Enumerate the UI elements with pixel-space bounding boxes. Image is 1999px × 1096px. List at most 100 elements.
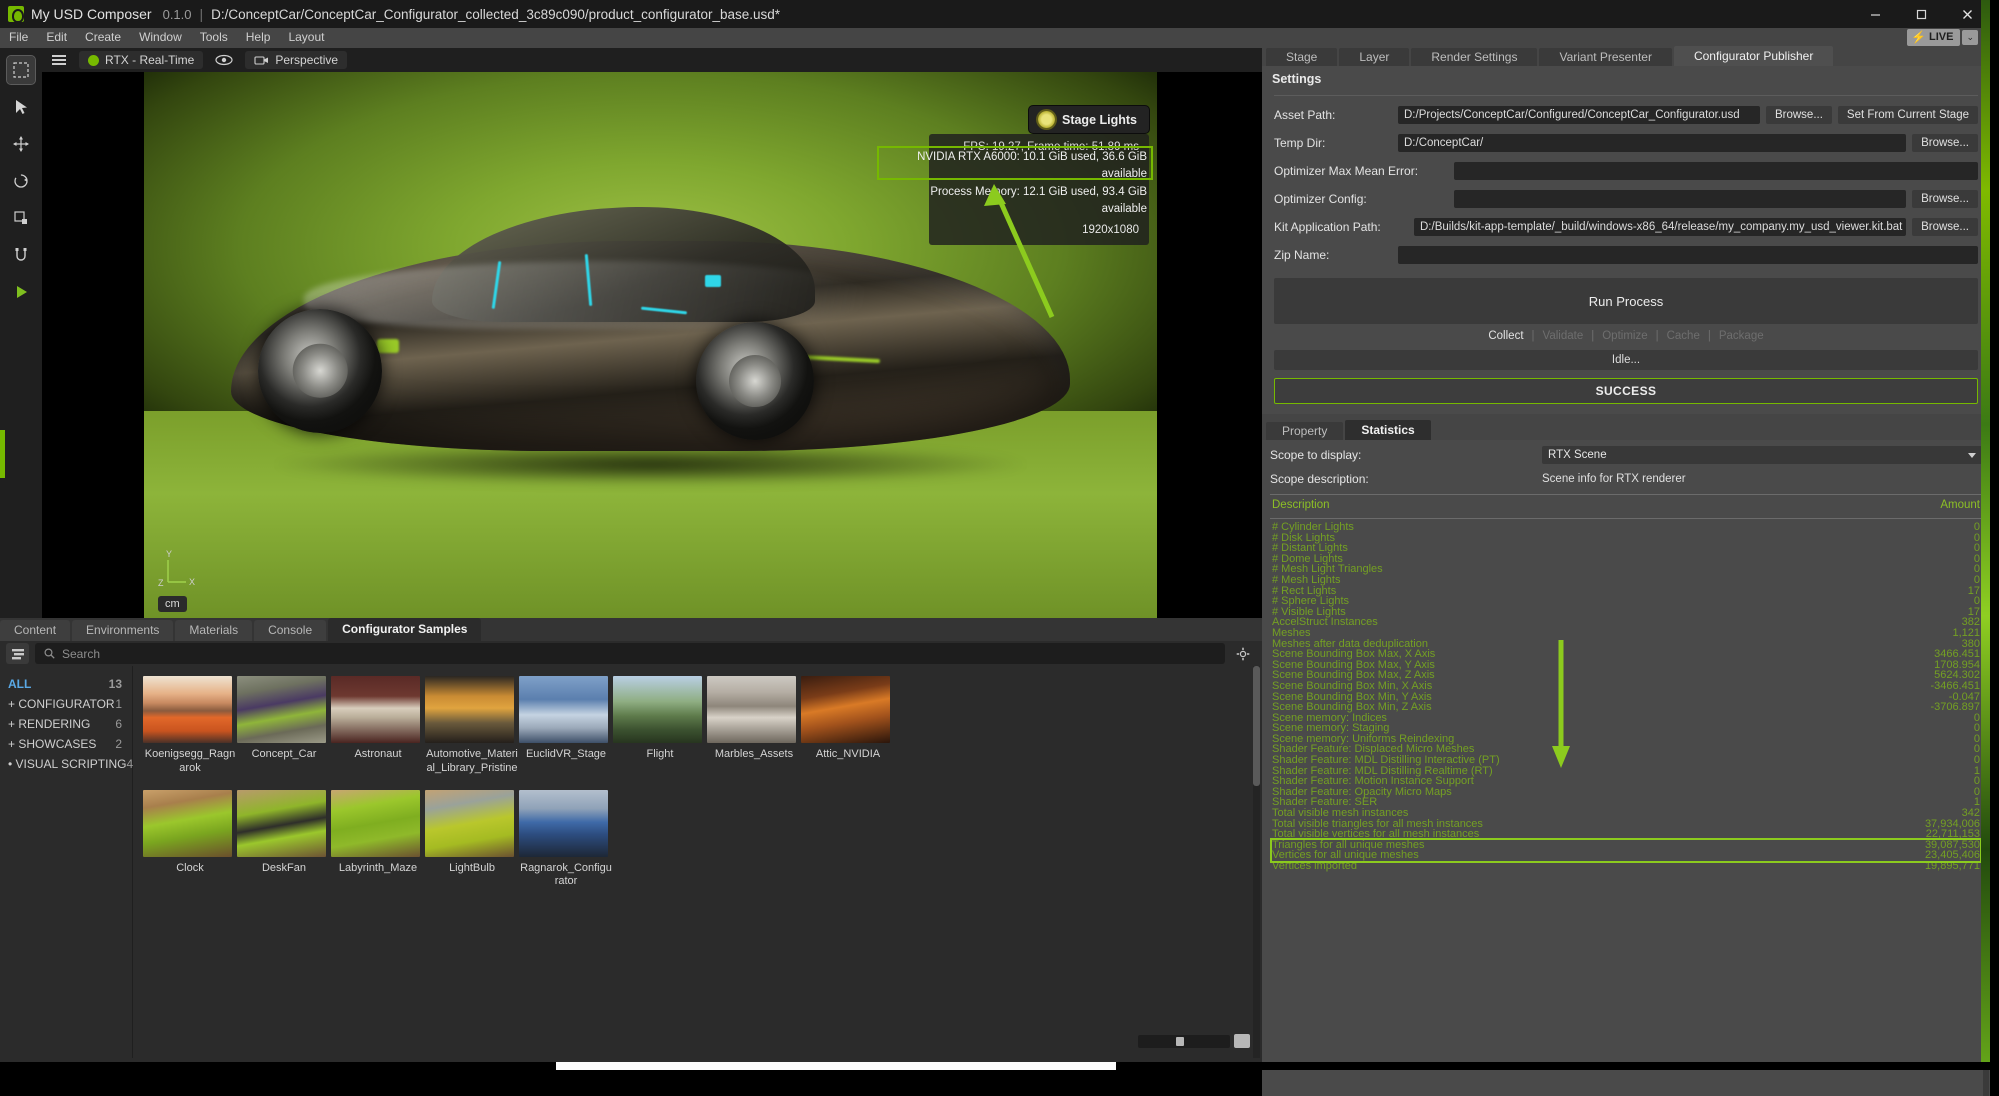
tab-layer[interactable]: Layer [1339,48,1410,66]
menu-window[interactable]: Window [130,28,191,46]
asset-thumbnail[interactable] [613,676,702,743]
menu-create[interactable]: Create [76,28,130,46]
thumbnail-zoom-controls[interactable] [1138,1034,1250,1048]
asset-path-browse-button[interactable]: Browse... [1765,106,1832,124]
tab-render-settings[interactable]: Render Settings [1411,48,1538,66]
step-validate[interactable]: Validate [1543,330,1584,342]
select-tool-icon[interactable] [6,55,36,85]
asset-card[interactable]: Attic_NVIDIA [801,676,895,776]
rotate-tool-icon[interactable] [7,167,35,195]
asset-thumbnail[interactable] [519,789,608,857]
temp-dir-input[interactable]: D:/ConceptCar/ [1398,134,1907,152]
kit-application-path-browse-button[interactable]: Browse... [1912,218,1978,236]
asset-card[interactable]: Koenigsegg_Ragnarok [143,676,237,776]
scrollbar-thumb[interactable] [1253,666,1260,786]
scope-select[interactable]: RTX Scene [1542,446,1982,464]
asset-thumbnail[interactable] [707,676,796,743]
step-cache[interactable]: Cache [1667,330,1700,342]
front-wheel [258,308,383,433]
menu-tools[interactable]: Tools [191,28,237,46]
gear-icon[interactable] [1231,643,1254,664]
asset-card[interactable]: DeskFan [237,789,331,890]
kit-application-path-input[interactable]: D:/Builds/kit-app-template/_build/window… [1414,218,1907,236]
eye-visibility-icon[interactable] [206,48,242,72]
asset-card[interactable]: Flight [613,676,707,776]
step-package[interactable]: Package [1719,330,1764,342]
asset-card[interactable]: Marbles_Assets [707,676,801,776]
run-process-button[interactable]: Run Process [1274,278,1978,324]
snap-tool-icon[interactable] [7,241,35,269]
viewport[interactable]: Stage Lights FPS: 19.27, Frame time: 51.… [42,48,1262,618]
asset-thumbnail[interactable] [143,789,232,857]
asset-card[interactable]: EuclidVR_Stage [519,676,613,776]
step-optimize[interactable]: Optimize [1602,330,1647,342]
menu-file[interactable]: File [0,28,37,46]
renderer-mode-selector[interactable]: RTX - Real-Time [79,51,204,69]
asset-thumbnail[interactable] [519,676,608,743]
asset-thumbnail[interactable] [237,789,326,857]
set-from-current-stage-button[interactable]: Set From Current Stage [1837,106,1978,124]
asset-thumbnail[interactable] [425,676,514,743]
tab-console[interactable]: Console [254,620,327,641]
asset-card[interactable]: Concept_Car [237,676,331,776]
category-all[interactable]: ALL 13 [0,674,132,694]
asset-card[interactable]: Ragnarok_Configurator [519,789,613,890]
tab-property[interactable]: Property [1266,422,1344,440]
filter-icon[interactable] [6,643,29,664]
asset-thumbnail[interactable] [143,676,232,743]
asset-thumbnail[interactable] [801,676,890,743]
menu-help[interactable]: Help [237,28,280,46]
tab-environments[interactable]: Environments [72,620,174,641]
asset-path-input[interactable]: D:/Projects/ConceptCar/Configured/Concep… [1398,106,1760,124]
viewport-menu-icon[interactable] [42,48,76,72]
asset-thumbnail[interactable] [331,789,420,857]
live-badge[interactable]: ⚡ LIVE [1907,28,1961,46]
category-rendering[interactable]: + RENDERING 6 [0,714,132,734]
search-input[interactable]: Search [35,643,1225,664]
zoom-slider[interactable] [1138,1034,1230,1048]
move-tool-icon[interactable] [7,130,35,158]
asset-card[interactable]: Clock [143,789,237,890]
asset-card[interactable]: Astronaut [331,676,425,776]
menu-edit[interactable]: Edit [37,28,76,46]
asset-thumbnail[interactable] [331,676,420,743]
tab-configurator-samples[interactable]: Configurator Samples [328,618,482,641]
maximize-icon[interactable] [1898,0,1944,28]
optimizer-config-browse-button[interactable]: Browse... [1912,190,1978,208]
left-toolbar [0,48,42,618]
category-configurator[interactable]: + CONFIGURATOR 1 [0,694,132,714]
category-showcases[interactable]: + SHOWCASES 2 [0,734,132,754]
stage-lights-button[interactable]: Stage Lights [1028,106,1149,133]
svg-text:X: X [189,577,195,587]
step-collect[interactable]: Collect [1488,330,1523,342]
menu-layout[interactable]: Layout [279,28,333,46]
browser-scrollbar[interactable] [1253,666,1260,1058]
tab-statistics[interactable]: Statistics [1345,420,1431,440]
tab-content[interactable]: Content [0,620,71,641]
grid-view-icon[interactable] [1234,1034,1250,1048]
temp-dir-browse-button[interactable]: Browse... [1912,134,1978,152]
camera-selector[interactable]: Perspective [245,51,348,69]
tab-configurator-publisher[interactable]: Configurator Publisher [1673,46,1834,66]
scale-tool-icon[interactable] [7,204,35,232]
tab-stage[interactable]: Stage [1266,48,1338,66]
minimize-icon[interactable] [1852,0,1898,28]
tab-materials[interactable]: Materials [175,620,253,641]
process-steps: Collect | Validate | Optimize | Cache | … [1274,330,1978,342]
play-tool-icon[interactable] [7,278,35,306]
zoom-slider-knob[interactable] [1176,1036,1184,1046]
zip-name-input[interactable] [1398,246,1978,264]
pointer-tool-icon[interactable] [7,93,35,121]
optimizer-config-input[interactable] [1454,190,1907,208]
asset-grid[interactable]: Koenigsegg_Ragnarok Concept_Car Astronaut A… [133,666,1262,1058]
asset-card[interactable]: LightBulb [425,789,519,890]
rendered-scene[interactable]: Stage Lights FPS: 19.27, Frame time: 51.… [144,72,1157,618]
asset-card[interactable]: Automotive_Material_Library_Pristine [425,676,519,776]
tab-variant-presenter[interactable]: Variant Presenter [1539,48,1672,66]
asset-thumbnail[interactable] [425,789,514,857]
chevron-down-icon[interactable]: ⌄ [1962,29,1978,45]
asset-card[interactable]: Labyrinth_Maze [331,789,425,890]
asset-thumbnail[interactable] [237,676,326,743]
category-visual-scripting[interactable]: • VISUAL SCRIPTING 4 [0,754,133,774]
optimizer-max-mean-error-input[interactable] [1454,162,1978,180]
